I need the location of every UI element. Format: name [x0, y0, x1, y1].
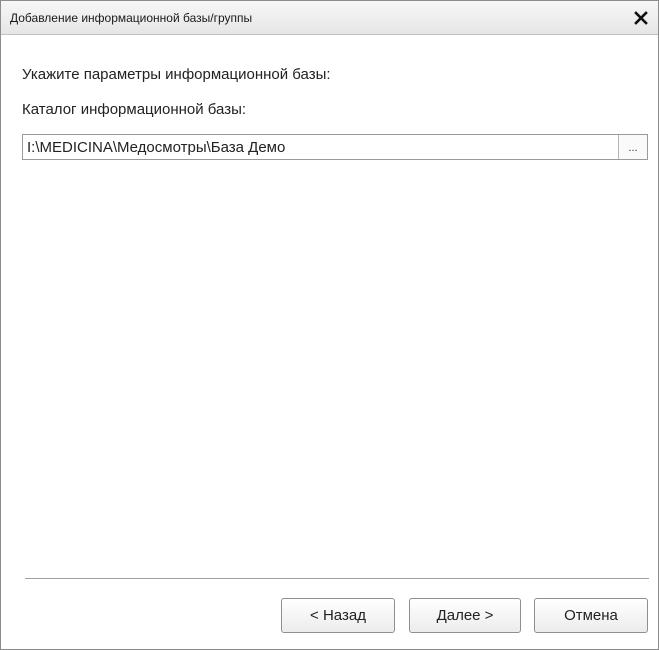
dialog-window: Добавление информационной базы/группы Ук…: [0, 0, 659, 650]
back-button[interactable]: < Назад: [281, 598, 395, 633]
close-icon: [634, 11, 648, 25]
footer-separator: [25, 578, 649, 579]
window-title: Добавление информационной базы/группы: [10, 11, 253, 25]
browse-button[interactable]: ...: [618, 135, 647, 159]
close-button[interactable]: [630, 7, 652, 29]
parameters-prompt: Укажите параметры информационной базы:: [22, 66, 331, 83]
next-button[interactable]: Далее >: [409, 598, 521, 633]
cancel-button[interactable]: Отмена: [534, 598, 648, 633]
catalog-path-field: ...: [22, 134, 648, 160]
catalog-path-input[interactable]: [23, 135, 619, 159]
catalog-label: Каталог информационной базы:: [22, 101, 247, 118]
title-bar[interactable]: Добавление информационной базы/группы: [1, 1, 658, 35]
